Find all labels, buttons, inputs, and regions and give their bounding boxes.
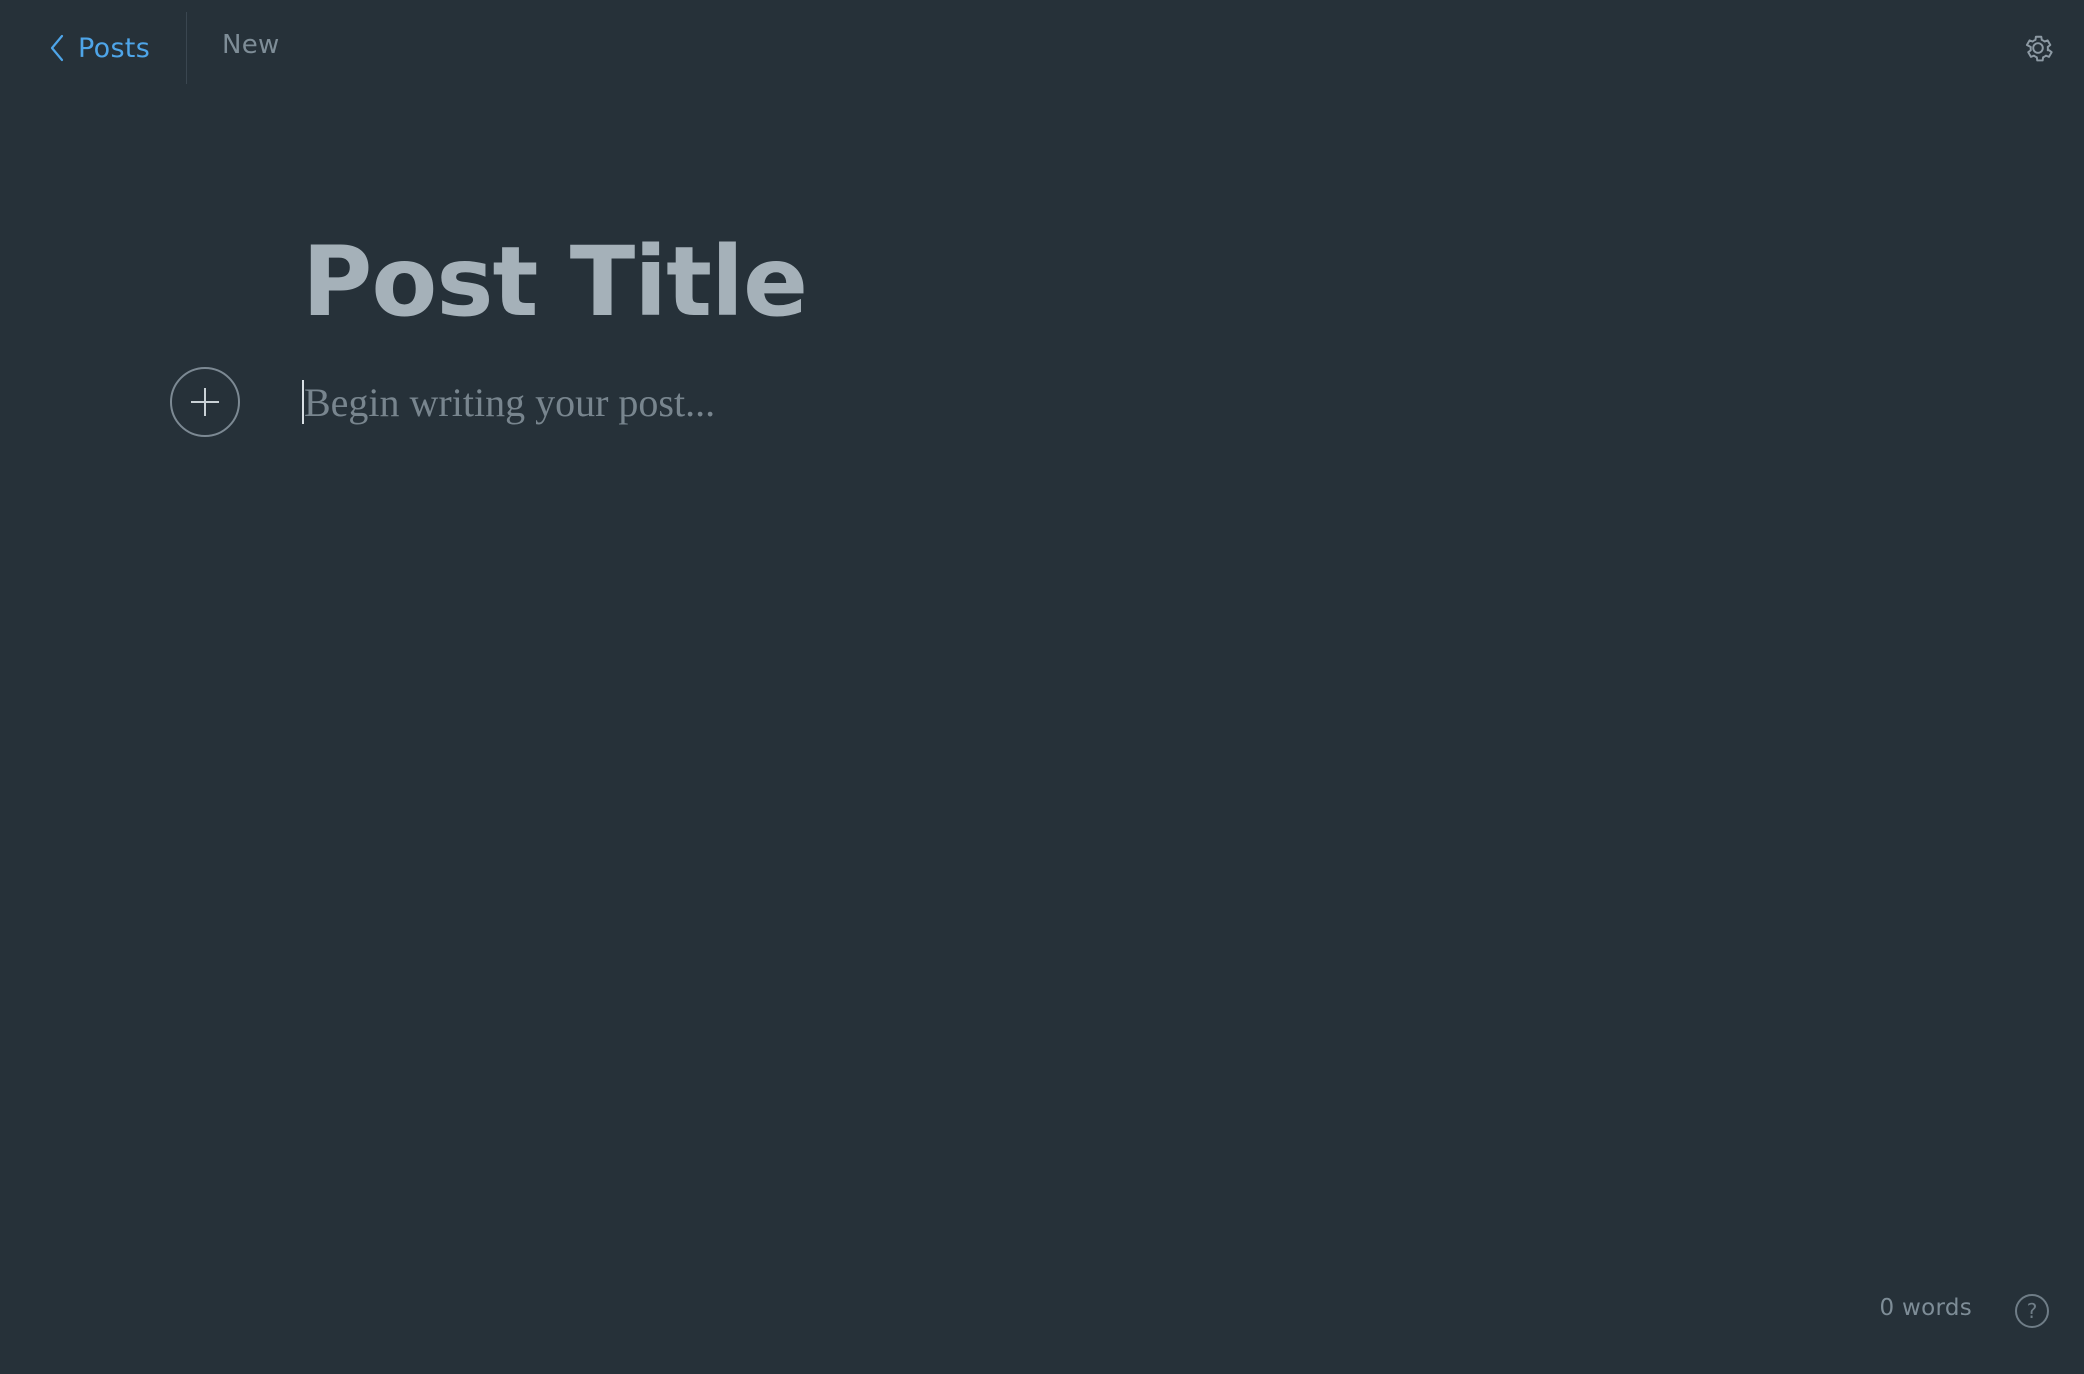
add-card-button[interactable] — [170, 367, 240, 437]
post-body-editor[interactable]: Begin writing your post... — [302, 374, 715, 430]
chevron-left-icon — [46, 34, 68, 62]
plus-icon — [191, 388, 219, 416]
settings-button[interactable] — [2018, 28, 2058, 68]
post-title-input[interactable]: Post Title — [302, 222, 808, 342]
body-placeholder: Begin writing your post... — [304, 379, 716, 425]
header-divider — [186, 12, 187, 84]
gear-icon — [2025, 35, 2053, 62]
help-button[interactable]: ? — [2015, 1294, 2049, 1328]
back-to-posts-link[interactable]: Posts — [46, 24, 150, 72]
post-status: New — [222, 30, 280, 60]
top-bar: Posts New — [0, 0, 2084, 86]
editor-app: Posts New Post Title Begin writing your … — [0, 0, 2084, 1374]
word-count: 0 words — [1879, 1295, 1972, 1321]
back-link-label: Posts — [78, 32, 151, 64]
help-icon: ? — [2026, 1299, 2038, 1323]
